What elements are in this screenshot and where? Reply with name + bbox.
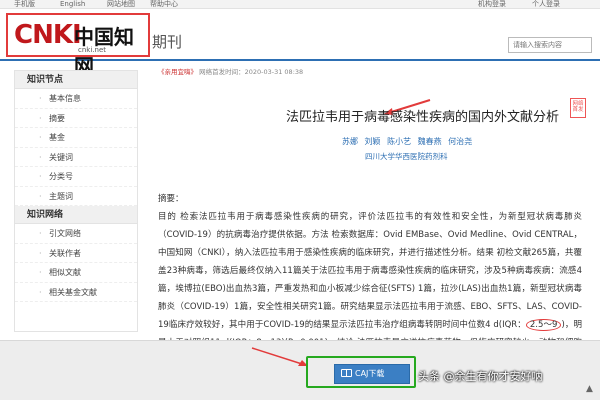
circled-value: 2.5～9: [525, 319, 562, 331]
sitemap-link[interactable]: 网站地图: [107, 0, 135, 9]
online-first-stamp: 网络首发: [570, 98, 586, 118]
sidebar-item-classification[interactable]: 分类号: [15, 167, 137, 187]
site-header: CNKI 中国知网 cnki.net 期刊: [0, 9, 600, 78]
org-login-link[interactable]: 机构登录: [478, 0, 506, 9]
article-authors[interactable]: 苏娜 刘颖 陈小艺 魏春燕 何治尧: [342, 136, 472, 147]
online-first-note: 网络首发时间：2020-03-31 08:38: [199, 68, 304, 76]
sidebar-heading-knowledge-nodes: 知识节点: [15, 71, 137, 89]
top-utility-bar: 手机版 English 网站地图 帮助中心 机构登录 个人登录: [0, 0, 600, 9]
sidebar-item-similar-literature[interactable]: 相似文献: [15, 263, 137, 283]
source-line: 《亲用宜嗨》 网络首发时间：2020-03-31 08:38: [158, 66, 303, 76]
sidebar-item-keywords[interactable]: 关键词: [15, 148, 137, 167]
article-panel: 《亲用宜嗨》 网络首发时间：2020-03-31 08:38 法匹拉韦用于病毒感…: [146, 62, 600, 366]
search-input[interactable]: [508, 37, 592, 53]
red-arrow-to-download: [251, 347, 308, 366]
personal-login-link[interactable]: 个人登录: [532, 0, 560, 9]
journal-source[interactable]: 《亲用宜嗨》: [158, 68, 197, 76]
mobile-link[interactable]: 手机版: [14, 0, 35, 9]
help-center-link[interactable]: 帮助中心: [150, 0, 178, 9]
abstract-label: 摘要：: [158, 194, 184, 204]
logo-text: CNKI: [14, 20, 82, 50]
sidebar-item-abstract[interactable]: 摘要: [15, 109, 137, 128]
cnki-logo[interactable]: CNKI 中国知网 cnki.net: [6, 13, 150, 78]
sidebar-item-related-authors[interactable]: 关联作者: [15, 244, 137, 263]
logo-domain: cnki.net: [78, 46, 106, 54]
sidebar: 知识节点 基本信息 摘要 基金 关键词 分类号 主题词 知识网络 引文网络 关联…: [14, 70, 138, 332]
section-title: 期刊: [152, 33, 183, 51]
caj-download-button[interactable]: CAJ下载: [334, 364, 410, 384]
sidebar-item-related-fund-literature[interactable]: 相关基金文献: [15, 283, 137, 302]
sidebar-item-citation-network[interactable]: 引文网络: [15, 224, 137, 244]
sidebar-item-subject-terms[interactable]: 主题词: [15, 187, 137, 206]
book-icon: [341, 369, 352, 377]
abstract-text-part1: 目的 检索法匹拉韦用于病毒感染性疾病的研究，评价法匹拉韦的有效性和安全性，为新型…: [158, 212, 582, 330]
article-title: 法匹拉韦用于病毒感染性疾病的国内外文献分析: [286, 110, 560, 125]
sidebar-heading-knowledge-network: 知识网络: [15, 206, 137, 224]
english-link[interactable]: English: [60, 0, 85, 9]
watermark-text: 头条 @余生有你才安好呐: [418, 370, 543, 383]
chevron-up-icon[interactable]: ▲: [586, 384, 593, 394]
sidebar-item-basic-info[interactable]: 基本信息: [15, 89, 137, 109]
article-affiliation[interactable]: 四川大学华西医院药剂科: [365, 151, 448, 162]
sidebar-item-fund[interactable]: 基金: [15, 128, 137, 148]
caj-download-label: CAJ下载: [355, 369, 385, 378]
